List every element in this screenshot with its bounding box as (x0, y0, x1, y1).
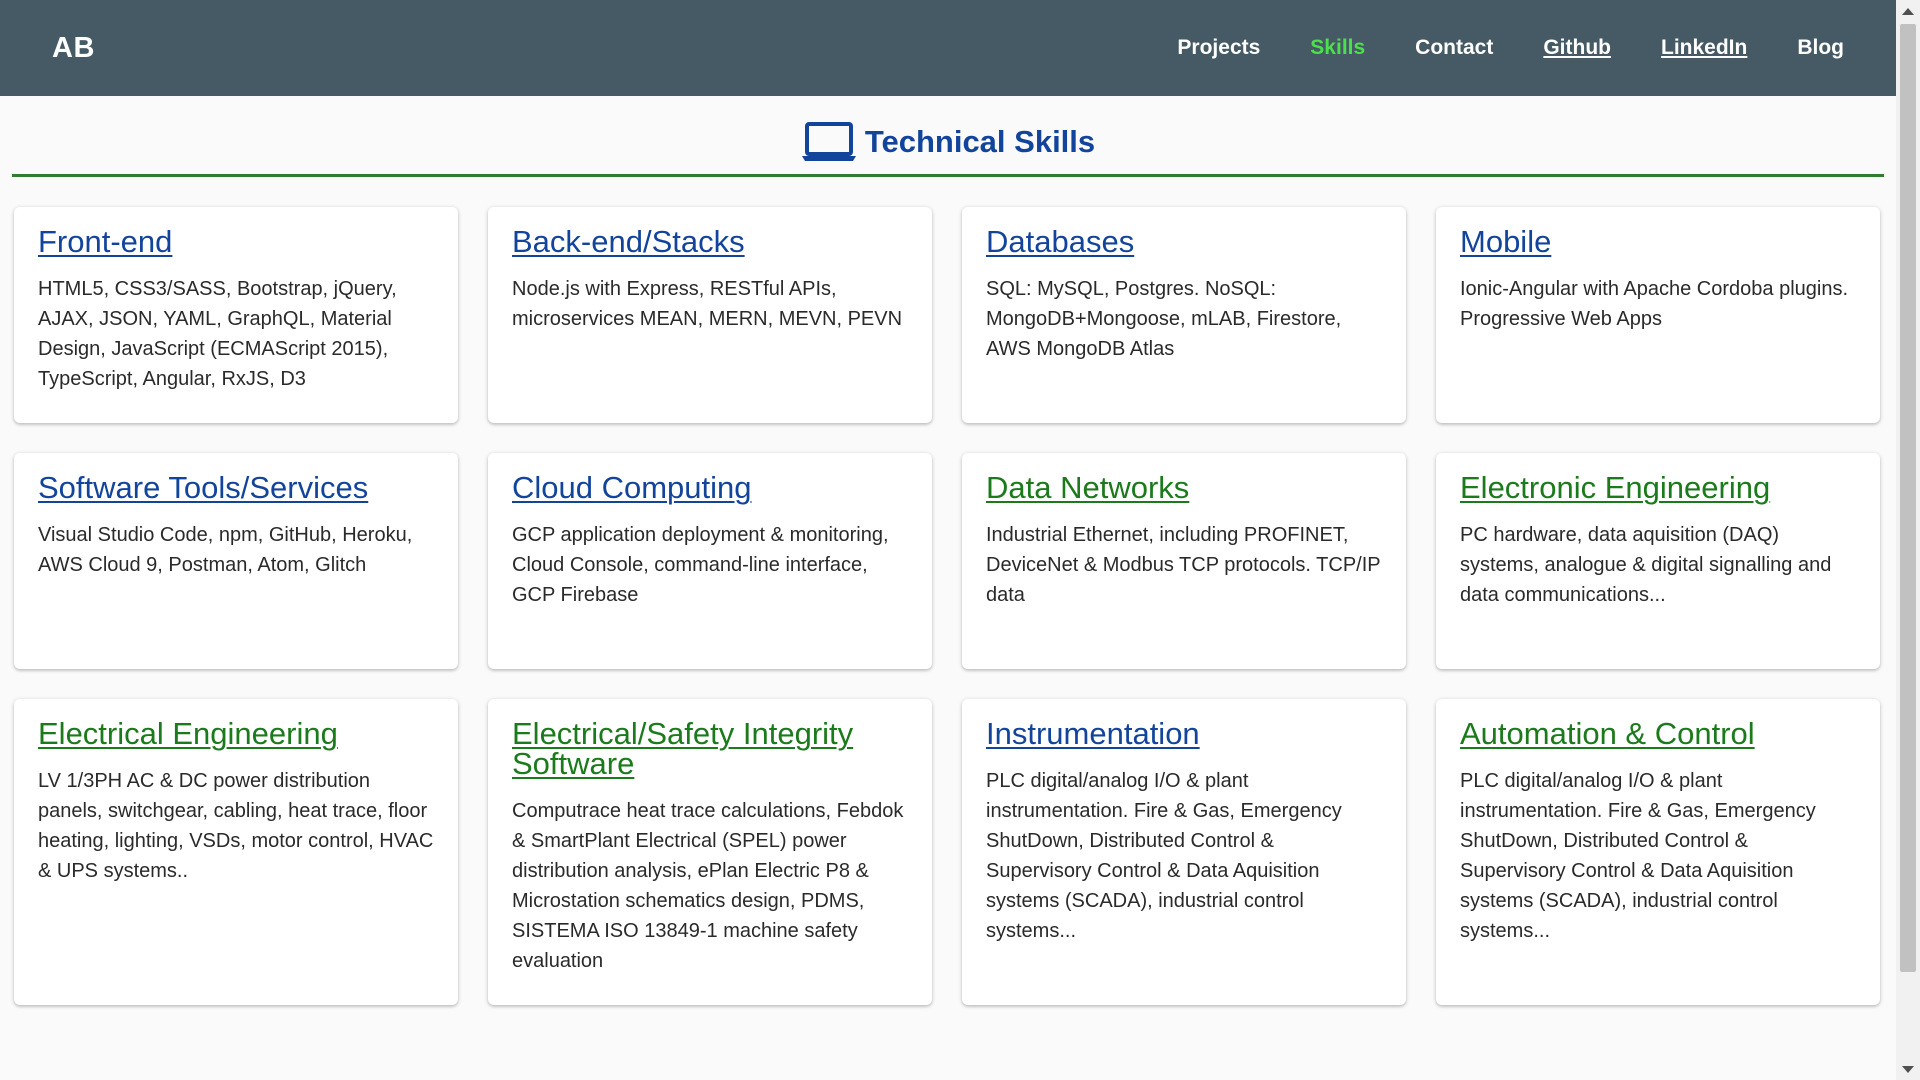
skill-title-link[interactable]: Mobile (1460, 226, 1856, 257)
scroll-down-button[interactable] (1896, 1058, 1920, 1080)
skill-title-link[interactable]: Front-end (38, 226, 434, 257)
nav-link-github[interactable]: Github (1543, 36, 1611, 60)
scroll-up-button[interactable] (1896, 0, 1920, 22)
section-header: Technical Skills (0, 96, 1896, 174)
skill-title-link[interactable]: Databases (986, 226, 1382, 257)
skill-description: SQL: MySQL, Postgres. NoSQL: MongoDB+Mon… (986, 278, 1342, 360)
laptop-icon (801, 122, 857, 162)
skill-card-safety-software: Electrical/Safety Integrity Software Com… (488, 699, 932, 1005)
skill-title-link[interactable]: Automation & Control (1460, 718, 1856, 749)
skill-card-cloud-computing: Cloud Computing GCP application deployme… (488, 453, 932, 669)
skill-card-front-end: Front-end HTML5, CSS3/SASS, Bootstrap, j… (14, 207, 458, 423)
skill-description: HTML5, CSS3/SASS, Bootstrap, jQuery, AJA… (38, 278, 397, 390)
nav-link-contact[interactable]: Contact (1415, 36, 1493, 60)
skill-card-mobile: Mobile Ionic-Angular with Apache Cordoba… (1436, 207, 1880, 423)
nav-links: Projects Skills Contact Github LinkedIn … (1127, 36, 1844, 60)
skill-card-automation-control: Automation & Control PLC digital/analog … (1436, 699, 1880, 1005)
skill-card-software-tools: Software Tools/Services Visual Studio Co… (14, 453, 458, 669)
skill-description: PC hardware, data aquisition (DAQ) syste… (1460, 524, 1832, 606)
nav-link-projects[interactable]: Projects (1177, 36, 1260, 60)
nav-link-skills[interactable]: Skills (1310, 36, 1365, 60)
skill-card-electrical-engineering: Electrical Engineering LV 1/3PH AC & DC … (14, 699, 458, 1005)
skill-title-link[interactable]: Data Networks (986, 472, 1382, 503)
skill-card-instrumentation: Instrumentation PLC digital/analog I/O &… (962, 699, 1406, 1005)
skill-card-back-end: Back-end/Stacks Node.js with Express, RE… (488, 207, 932, 423)
brand-logo[interactable]: AB (52, 32, 95, 65)
skill-description: PLC digital/analog I/O & plant instrumen… (1460, 770, 1816, 942)
skill-description: GCP application deployment & monitoring,… (512, 524, 889, 606)
skill-title-link[interactable]: Cloud Computing (512, 472, 908, 503)
chevron-up-icon (1902, 7, 1914, 15)
skills-grid: Front-end HTML5, CSS3/SASS, Bootstrap, j… (0, 177, 1896, 1035)
skill-description: Industrial Ethernet, including PROFINET,… (986, 524, 1381, 606)
skill-title-link[interactable]: Electrical Engineering (38, 718, 434, 749)
skill-description: Visual Studio Code, npm, GitHub, Heroku,… (38, 524, 413, 576)
vertical-scrollbar[interactable] (1896, 0, 1920, 1080)
navbar: AB Projects Skills Contact Github Linked… (0, 0, 1896, 96)
skill-title-link[interactable]: Back-end/Stacks (512, 226, 908, 257)
skill-card-databases: Databases SQL: MySQL, Postgres. NoSQL: M… (962, 207, 1406, 423)
skill-card-data-networks: Data Networks Industrial Ethernet, inclu… (962, 453, 1406, 669)
skill-title-link[interactable]: Software Tools/Services (38, 472, 434, 503)
skill-description: LV 1/3PH AC & DC power distribution pane… (38, 770, 434, 882)
skill-title-link[interactable]: Instrumentation (986, 718, 1382, 749)
page: AB Projects Skills Contact Github Linked… (0, 0, 1896, 1080)
skill-description: Ionic-Angular with Apache Cordoba plugin… (1460, 278, 1849, 330)
scrollbar-thumb[interactable] (1900, 24, 1916, 972)
skill-description: Node.js with Express, RESTful APIs, micr… (512, 278, 903, 330)
nav-link-linkedin[interactable]: LinkedIn (1661, 36, 1747, 60)
skill-title-link[interactable]: Electrical/Safety Integrity Software (512, 718, 908, 779)
chevron-down-icon (1902, 1065, 1914, 1073)
nav-link-blog[interactable]: Blog (1797, 36, 1844, 60)
skill-description: PLC digital/analog I/O & plant instrumen… (986, 770, 1342, 942)
skill-description: Computrace heat trace calculations, Febd… (512, 800, 904, 972)
page-title: Technical Skills (864, 124, 1096, 159)
skill-title-link[interactable]: Electronic Engineering (1460, 472, 1856, 503)
skill-card-electronic-engineering: Electronic Engineering PC hardware, data… (1436, 453, 1880, 669)
